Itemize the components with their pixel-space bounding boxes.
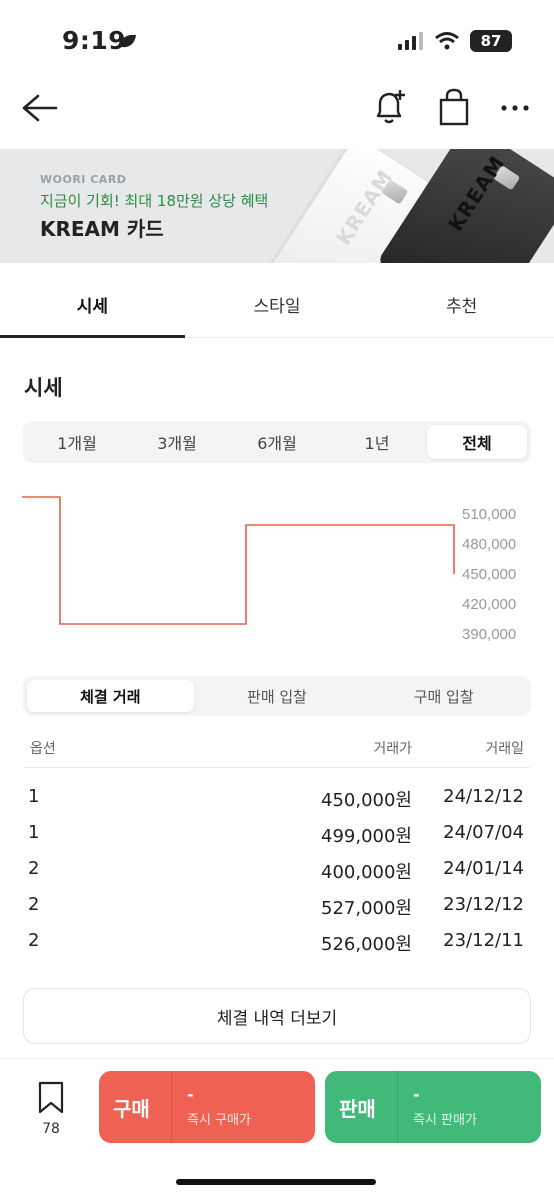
header-price: 거래가 [373,741,412,757]
cell-option: 2 [28,858,40,879]
cell-date: 24/07/04 [443,822,524,843]
table-row: 2 526,000원 23/12/11 [24,926,530,960]
status-indicators: 87 [398,30,512,52]
sell-label: 판매 [339,1097,376,1121]
cell-option: 1 [28,822,40,843]
cell-price: 400,000원 [321,862,412,883]
period-1y[interactable]: 1년 [327,425,427,459]
table-row: 1 499,000원 24/07/04 [24,818,530,852]
banner-title: KREAM 카드 [40,217,164,241]
table-row: 1 450,000원 24/12/12 [24,782,530,816]
cell-date: 23/12/12 [443,894,524,915]
more-icon[interactable] [494,86,538,130]
table-row: 2 400,000원 24/01/14 [24,854,530,888]
status-time: 9:19 [62,26,127,55]
tab-style[interactable]: 스타일 [185,272,370,337]
cell-option: 2 [28,930,40,951]
back-arrow-icon[interactable] [18,88,62,128]
nav-bar [0,78,554,138]
y-tick-label: 450,000 [462,566,516,583]
table-row: 2 527,000원 23/12/12 [24,890,530,924]
cell-date: 24/12/12 [443,786,524,807]
buy-label: 구매 [113,1097,150,1121]
buy-sub-label: 즉시 구매가 [187,1113,251,1128]
period-1m[interactable]: 1개월 [27,425,127,459]
sell-sub-label: 즉시 판매가 [413,1113,477,1128]
buy-price: - [187,1085,194,1104]
tab-completed-trades[interactable]: 체결 거래 [27,680,194,712]
section-title: 시세 [24,376,63,400]
tab-sell-bids[interactable]: 판매 입찰 [194,680,361,712]
buy-button[interactable]: 구매 - 즉시 구매가 [99,1071,315,1143]
divider [397,1071,398,1143]
tab-price[interactable]: 시세 [0,272,185,338]
y-tick-label: 480,000 [462,536,516,553]
cell-option: 1 [28,786,40,807]
cell-price: 450,000원 [321,790,412,811]
bell-add-icon[interactable] [370,86,410,130]
tab-buy-bids[interactable]: 구매 입찰 [360,680,527,712]
chart-series-line [22,496,455,625]
period-all[interactable]: 전체 [427,425,527,459]
main-tabs: 시세 스타일 추천 [0,272,554,338]
table-header: 옵션 거래가 거래일 [24,732,530,768]
period-6m[interactable]: 6개월 [227,425,327,459]
period-3m[interactable]: 3개월 [127,425,227,459]
battery-icon: 87 [470,30,512,52]
leaf-icon [120,34,136,48]
cell-price: 499,000원 [321,826,412,847]
chart-y-axis: 510,000 480,000 450,000 420,000 390,000 [462,506,516,643]
sell-button[interactable]: 판매 - 즉시 판매가 [325,1071,541,1143]
y-tick-label: 420,000 [462,596,516,613]
bookmark-icon [38,1081,64,1114]
banner-brand: WOORI CARD [40,173,127,186]
status-bar: 9:19 87 [0,0,554,84]
tab-recommend[interactable]: 추천 [369,272,554,337]
price-chart: 510,000 480,000 450,000 420,000 390,000 [22,496,516,643]
cell-option: 2 [28,894,40,915]
banner-promo: 지금이 기회! 최대 18만원 상당 혜택 [40,192,269,210]
y-tick-label: 390,000 [462,626,516,643]
promo-banner[interactable]: WOORI CARD 지금이 기회! 최대 18만원 상당 혜택 KREAM 카… [0,149,554,263]
divider [171,1071,172,1143]
wishlist-button[interactable]: 78 [30,1081,72,1143]
header-date: 거래일 [485,741,524,757]
cell-price: 526,000원 [321,934,412,955]
home-indicator [176,1179,376,1185]
shopping-bag-icon[interactable] [434,86,474,130]
sell-price: - [413,1085,420,1104]
cell-price: 527,000원 [321,898,412,919]
cell-date: 23/12/11 [443,930,524,951]
signal-icon [398,32,423,50]
wifi-icon [435,32,459,50]
wish-count: 78 [42,1121,60,1137]
cell-date: 24/01/14 [443,858,524,879]
trade-type-selector: 체결 거래 판매 입찰 구매 입찰 [23,676,531,716]
period-selector: 1개월 3개월 6개월 1년 전체 [23,421,531,463]
y-tick-label: 510,000 [462,506,516,523]
view-more-trades-button[interactable]: 체결 내역 더보기 [23,988,531,1044]
header-option: 옵션 [30,741,56,757]
